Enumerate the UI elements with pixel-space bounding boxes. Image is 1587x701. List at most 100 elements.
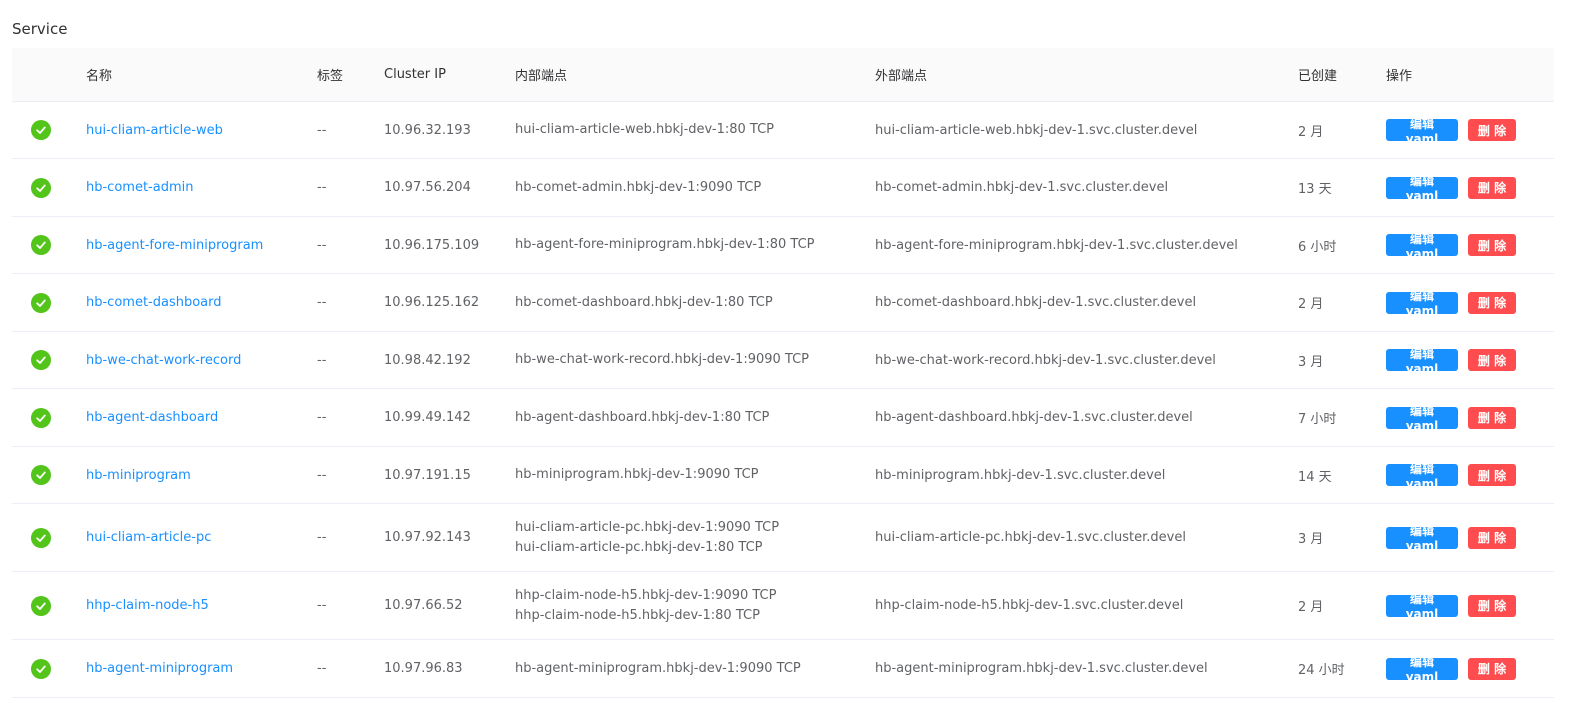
name-cell: hui-cliam-article-pc (86, 530, 317, 545)
header-tags: 标签 (317, 69, 344, 84)
check-circle-icon (31, 658, 51, 679)
delete-button[interactable]: 删 除 (1468, 406, 1516, 429)
check-circle-icon (31, 177, 51, 198)
check-circle-icon (31, 120, 51, 140)
tags-cell: -- (317, 410, 327, 425)
check-circle-icon (31, 235, 51, 255)
internal-endpoints-cell: hb-agent-dashboard.hbkj-dev-1:80 TCP (515, 408, 875, 428)
cluster-ip-cell: 10.96.125.162 (384, 295, 480, 310)
tags-cell: -- (317, 295, 327, 310)
name-cell: hb-we-chat-work-record (86, 353, 317, 368)
delete-button[interactable]: 删 除 (1468, 291, 1516, 314)
edit-yaml-button[interactable]: 编辑yaml (1386, 232, 1458, 261)
name-cell: hb-agent-dashboard (86, 410, 317, 425)
check-circle-icon (31, 465, 51, 485)
internal-endpoints-cell: hb-we-chat-work-record.hbkj-dev-1:9090 T… (515, 350, 875, 370)
delete-button[interactable]: 删 除 (1468, 594, 1516, 617)
external-endpoint-cell: hui-cliam-article-web.hbkj-dev-1.svc.clu… (875, 122, 1198, 138)
service-table: 名称 标签 Cluster IP 内部端点 外部端点 已创建 操作 hui-cl… (12, 48, 1554, 698)
edit-yaml-button[interactable]: 编辑yaml (1386, 289, 1458, 318)
header-cluster-ip: Cluster IP (384, 67, 446, 82)
service-name-link[interactable]: hb-miniprogram (86, 468, 191, 483)
cluster-ip-cell: 10.99.49.142 (384, 410, 471, 425)
actions-cell: 编辑yaml 删 除 (1386, 592, 1554, 621)
created-cell: 24 小时 (1298, 663, 1345, 678)
table-header: 名称 标签 Cluster IP 内部端点 外部端点 已创建 操作 (12, 48, 1554, 102)
internal-endpoint: hb-agent-miniprogram.hbkj-dev-1:9090 TCP (515, 660, 801, 676)
name-cell: hb-agent-fore-miniprogram (86, 238, 317, 253)
tags-cell: -- (317, 467, 327, 483)
check-circle-icon (31, 407, 51, 428)
table-row: hb-agent-dashboard -- 10.99.49.142 hb-agent… (12, 389, 1554, 447)
name-cell: hb-comet-admin (86, 180, 317, 195)
status-cell (12, 407, 86, 428)
delete-button[interactable]: 删 除 (1468, 349, 1516, 371)
tags-cell: -- (317, 598, 327, 613)
created-cell: 7 小时 (1298, 412, 1337, 427)
internal-endpoint: hb-we-chat-work-record.hbkj-dev-1:9090 T… (515, 352, 810, 367)
delete-button[interactable]: 删 除 (1468, 119, 1516, 141)
external-endpoint-cell: hhp-claim-node-h5.hbkj-dev-1.svc.cluster… (875, 598, 1184, 613)
internal-endpoint: hui-cliam-article-pc.hbkj-dev-1:80 TCP (515, 539, 763, 555)
internal-endpoints-cell: hui-cliam-article-web.hbkj-dev-1:80 TCP (515, 120, 875, 140)
edit-yaml-button[interactable]: 编辑yaml (1386, 524, 1458, 553)
edit-yaml-button[interactable]: 编辑yaml (1386, 655, 1458, 684)
service-name-link[interactable]: hb-agent-fore-miniprogram (86, 238, 263, 253)
delete-button[interactable]: 删 除 (1468, 176, 1516, 199)
delete-button[interactable]: 删 除 (1468, 657, 1516, 680)
edit-yaml-button[interactable]: 编辑yaml (1386, 462, 1458, 491)
internal-endpoint: hb-comet-admin.hbkj-dev-1:9090 TCP (515, 179, 762, 195)
name-cell: hhp-claim-node-h5 (86, 598, 317, 613)
service-name-link[interactable]: hb-we-chat-work-record (86, 353, 241, 368)
cluster-ip-cell: 10.97.96.83 (384, 661, 463, 676)
table-row: hb-we-chat-work-record -- 10.98.42.192 hb-w… (12, 332, 1554, 389)
internal-endpoints-cell: hb-comet-dashboard.hbkj-dev-1:80 TCP (515, 293, 875, 313)
service-name-link[interactable]: hui-cliam-article-pc (86, 530, 211, 545)
external-endpoint-cell: hb-comet-dashboard.hbkj-dev-1.svc.cluste… (875, 295, 1197, 310)
check-circle-icon (31, 292, 51, 313)
table-row: hb-miniprogram -- 10.97.191.15 hb-miniprogr… (12, 447, 1554, 504)
status-cell (12, 595, 86, 616)
check-circle-icon (31, 595, 51, 616)
actions-cell: 编辑yaml 删 除 (1386, 117, 1554, 146)
external-endpoint-cell: hb-agent-fore-miniprogram.hbkj-dev-1.svc… (875, 237, 1238, 253)
edit-yaml-button[interactable]: 编辑yaml (1386, 347, 1458, 376)
internal-endpoints-cell: hb-comet-admin.hbkj-dev-1:9090 TCP (515, 178, 875, 198)
internal-endpoints-cell: hb-agent-fore-miniprogram.hbkj-dev-1:80 … (515, 235, 875, 255)
internal-endpoint: hb-agent-dashboard.hbkj-dev-1:80 TCP (515, 409, 770, 425)
check-circle-icon (31, 527, 51, 548)
edit-yaml-button[interactable]: 编辑yaml (1386, 404, 1458, 433)
delete-button[interactable]: 删 除 (1468, 526, 1516, 549)
table-row: hb-agent-miniprogram -- 10.97.96.83 hb-agen… (12, 640, 1554, 698)
actions-cell: 编辑yaml 删 除 (1386, 655, 1554, 684)
delete-button[interactable]: 删 除 (1468, 464, 1516, 486)
service-name-link[interactable]: hhp-claim-node-h5 (86, 598, 209, 613)
internal-endpoints-cell: hhp-claim-node-h5.hbkj-dev-1:9090 TCP hhp… (515, 586, 875, 626)
name-cell: hui-cliam-article-web (86, 123, 317, 138)
actions-cell: 编辑yaml 删 除 (1386, 524, 1554, 553)
service-name-link[interactable]: hb-agent-dashboard (86, 410, 218, 425)
actions-cell: 编辑yaml 删 除 (1386, 289, 1554, 318)
internal-endpoint: hb-comet-dashboard.hbkj-dev-1:80 TCP (515, 294, 773, 310)
cluster-ip-cell: 10.97.66.52 (384, 598, 463, 613)
edit-yaml-button[interactable]: 编辑yaml (1386, 592, 1458, 621)
service-name-link[interactable]: hb-comet-dashboard (86, 295, 222, 310)
edit-yaml-button[interactable]: 编辑yaml (1386, 117, 1458, 146)
delete-button[interactable]: 删 除 (1468, 234, 1516, 256)
service-name-link[interactable]: hb-agent-miniprogram (86, 661, 233, 676)
cluster-ip-cell: 10.98.42.192 (384, 352, 471, 368)
service-name-link[interactable]: hui-cliam-article-web (86, 123, 223, 138)
status-cell (12, 120, 86, 140)
service-name-link[interactable]: hb-comet-admin (86, 180, 193, 195)
cluster-ip-cell: 10.97.56.204 (384, 180, 471, 195)
external-endpoint-cell: hb-agent-dashboard.hbkj-dev-1.svc.cluste… (875, 410, 1193, 425)
external-endpoint-cell: hb-miniprogram.hbkj-dev-1.svc.cluster.de… (875, 467, 1166, 483)
actions-cell: 编辑yaml 删 除 (1386, 404, 1554, 433)
tags-cell: -- (317, 352, 327, 368)
section-title: Service (12, 20, 68, 38)
status-cell (12, 658, 86, 679)
tags-cell: -- (317, 237, 327, 253)
tags-cell: -- (317, 180, 327, 195)
edit-yaml-button[interactable]: 编辑yaml (1386, 174, 1458, 203)
table-row: hui-cliam-article-web -- 10.96.32.193 hui-c… (12, 102, 1554, 159)
